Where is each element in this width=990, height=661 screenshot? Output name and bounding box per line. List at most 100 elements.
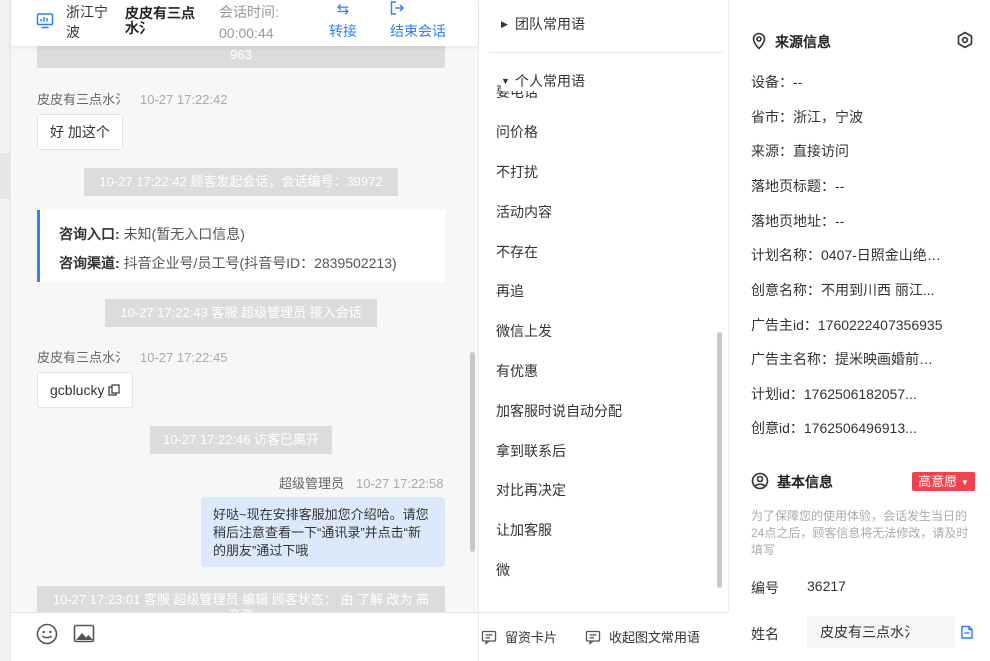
monitor-icon [36, 13, 54, 29]
copy-icon[interactable] [959, 624, 975, 640]
landing-page-url: 落地页地址：-- [751, 213, 845, 229]
transfer-icon: ⇆ [336, 1, 350, 18]
phrase-item[interactable]: 让加客服 [496, 520, 552, 540]
end-session-label: 结束会话 [390, 23, 446, 39]
phrase-item[interactable]: 微 [496, 560, 510, 580]
chat-header: 浙江宁波 皮皮有三点水氵 会话时间: 00:00:44 ⇆ 转接 结束会话 [11, 0, 478, 46]
session-time-value: 00:00:44 [219, 25, 274, 41]
customer-info-panel: 来源信息 设备：-- 省市：浙江，宁波 来源：直接访问 落地页标题：-- 落地页… [730, 0, 990, 661]
sender-name: 超级管理员 [279, 476, 345, 491]
name-field[interactable] [807, 616, 955, 648]
transfer-button[interactable]: ⇆ 转接 [323, 0, 363, 42]
phrase-item[interactable]: 不存在 [496, 242, 538, 262]
personal-phrases-label: 个人常用语 [515, 73, 585, 89]
emoji-icon[interactable] [35, 622, 59, 646]
channel-row: 咨询渠道: 抖音企业号/员工号(抖音号ID：2839502213) [59, 249, 445, 278]
phrase-item[interactable]: 不打扰 [496, 162, 538, 182]
phrase-footer: 留资卡片 收起图文常用语 [479, 612, 729, 661]
plan-id: 计划id：1762506182057... [751, 386, 917, 402]
entry-row: 咨询入口: 未知(暂无入口信息) [59, 220, 445, 249]
left-edge-strip [0, 0, 11, 661]
caret-down-icon: ▼ [501, 76, 510, 86]
end-session-button[interactable]: 结束会话 [387, 0, 449, 42]
chat-toolbar [11, 612, 478, 661]
phrases-panel: ▶ 团队常用语 要电话 问价格 不打扰 活动内容 不存在 再追 微信上发 有优惠 … [478, 0, 729, 661]
plan-name: 计划名称：0407-日照金山绝美... [751, 247, 946, 263]
transfer-label: 转接 [329, 23, 357, 39]
system-message: 10-27 17:23:01 客服 超级管理员 编辑 顾客状态： 由 了解 改为… [37, 586, 445, 612]
basic-info-label: 基本信息 [777, 474, 833, 490]
chat-panel: 963 皮皮有三点水氵 10-27 17:22:42 好 加这个 10-27 17… [11, 0, 478, 661]
phrase-item[interactable]: 对比再决定 [496, 480, 566, 500]
chat-scrollbar[interactable] [470, 352, 475, 552]
message-sender: 超级管理员 10-27 17:22:58 [279, 473, 443, 492]
divider [489, 52, 723, 53]
customer-city: 浙江宁波 [66, 4, 108, 40]
system-message: 10-27 17:22:42 顾客发起会话，会话编号：39972 [84, 168, 398, 196]
settings-hex-icon[interactable] [956, 31, 974, 49]
card-icon [481, 630, 497, 645]
left-edge-tab[interactable] [0, 153, 11, 199]
entry-value: 未知(暂无入口信息) [123, 226, 245, 242]
channel-label: 咨询渠道: [59, 255, 120, 271]
collect-phrases-label: 收起图文常用语 [609, 630, 701, 645]
customer-name: 皮皮有三点水氵 [125, 6, 195, 36]
team-phrases-toggle[interactable]: ▶ 团队常用语 [501, 14, 585, 34]
message-text: gcblucky [50, 382, 105, 398]
edit-notice: 为了保障您的使用体验，会话发生当日的24点之后，顾客信息将无法修改，请及时填写 [751, 509, 969, 557]
phrase-item[interactable]: 有优惠 [496, 361, 538, 381]
message-time: 10-27 17:22:42 [140, 92, 228, 107]
source-info-title: 来源信息 [751, 32, 831, 52]
system-message-partial-text: 963 [230, 47, 252, 62]
personal-phrases-toggle[interactable]: ▼ 个人常用语 [501, 71, 591, 91]
phrase-item[interactable]: 拿到联系后 [496, 441, 566, 461]
caret-right-icon: ▶ [501, 19, 508, 29]
phrase-item[interactable]: 加客服时说自动分配 [496, 401, 622, 421]
message-time: 10-27 17:22:45 [140, 350, 228, 365]
name-label: 姓名 [751, 626, 779, 642]
team-phrases-label: 团队常用语 [515, 16, 585, 32]
collect-icon [585, 630, 601, 645]
number-label: 编号 [751, 580, 779, 596]
source-origin: 来源：直接访问 [751, 143, 849, 159]
caret-down-icon: ▼ [960, 478, 969, 487]
message-sender: 皮皮有三点水氵 10-27 17:22:45 [37, 347, 227, 366]
number-value: 36217 [807, 578, 846, 594]
creative-name: 创意名称：不用到川西 丽江... [751, 282, 935, 298]
intent-status-dropdown[interactable]: 高意愿 ▼ [912, 472, 975, 491]
sender-name: 皮皮有三点水氵 [37, 92, 129, 107]
customer-message-bubble: 好 加这个 [37, 114, 123, 150]
landing-page-title: 落地页标题：-- [751, 178, 845, 194]
intent-status-label: 高意愿 [918, 474, 958, 489]
agent-message-bubble: 好哒~现在安排客服加您介绍哈。请您稍后注意查看一下“通讯录”并点击“新的朋友”通… [201, 497, 445, 567]
user-circle-icon [751, 472, 769, 490]
message-time: 10-27 17:22:58 [356, 476, 444, 491]
advertiser-name: 广告主名称：提米映画婚前旅拍... [751, 351, 946, 367]
basic-info-title: 基本信息 [751, 472, 833, 492]
advertiser-id: 广告主id：1760222407356935 [751, 317, 943, 333]
lead-card-button[interactable]: 留资卡片 [481, 627, 557, 646]
source-region: 省市：浙江，宁波 [751, 109, 863, 125]
phrase-item[interactable]: 问价格 [496, 122, 538, 142]
phrase-item[interactable]: 微信上发 [496, 321, 552, 341]
message-list: 963 皮皮有三点水氵 10-27 17:22:42 好 加这个 10-27 17… [11, 0, 478, 612]
channel-value: 抖音企业号/员工号(抖音号ID：2839502213) [123, 255, 397, 271]
phrase-item[interactable]: 活动内容 [496, 202, 552, 222]
copy-small-icon[interactable] [108, 384, 120, 396]
collect-phrases-button[interactable]: 收起图文常用语 [585, 627, 700, 646]
sender-name: 皮皮有三点水氵 [37, 350, 129, 365]
source-info-label: 来源信息 [775, 34, 831, 50]
source-device: 设备：-- [751, 74, 803, 90]
phrase-item[interactable]: 再追 [496, 281, 524, 301]
entry-label: 咨询入口: [59, 226, 120, 242]
phrase-scrollbar[interactable] [717, 332, 722, 588]
session-time-label: 会话时间: [219, 4, 279, 20]
lead-card-label: 留资卡片 [505, 630, 558, 645]
entry-info-card: 咨询入口: 未知(暂无入口信息) 咨询渠道: 抖音企业号/员工号(抖音号ID：2… [37, 210, 445, 282]
phrase-list: 要电话 问价格 不打扰 活动内容 不存在 再追 微信上发 有优惠 加客服时说自动… [479, 80, 719, 600]
system-message: 10-27 17:22:43 客服 超级管理员 接入会话 [105, 299, 377, 327]
image-icon[interactable] [72, 622, 96, 646]
message-sender: 皮皮有三点水氵 10-27 17:22:42 [37, 89, 227, 108]
customer-message-bubble[interactable]: gcblucky [37, 372, 134, 408]
system-message: 10-27 17:22:46 访客已离开 [150, 426, 332, 454]
